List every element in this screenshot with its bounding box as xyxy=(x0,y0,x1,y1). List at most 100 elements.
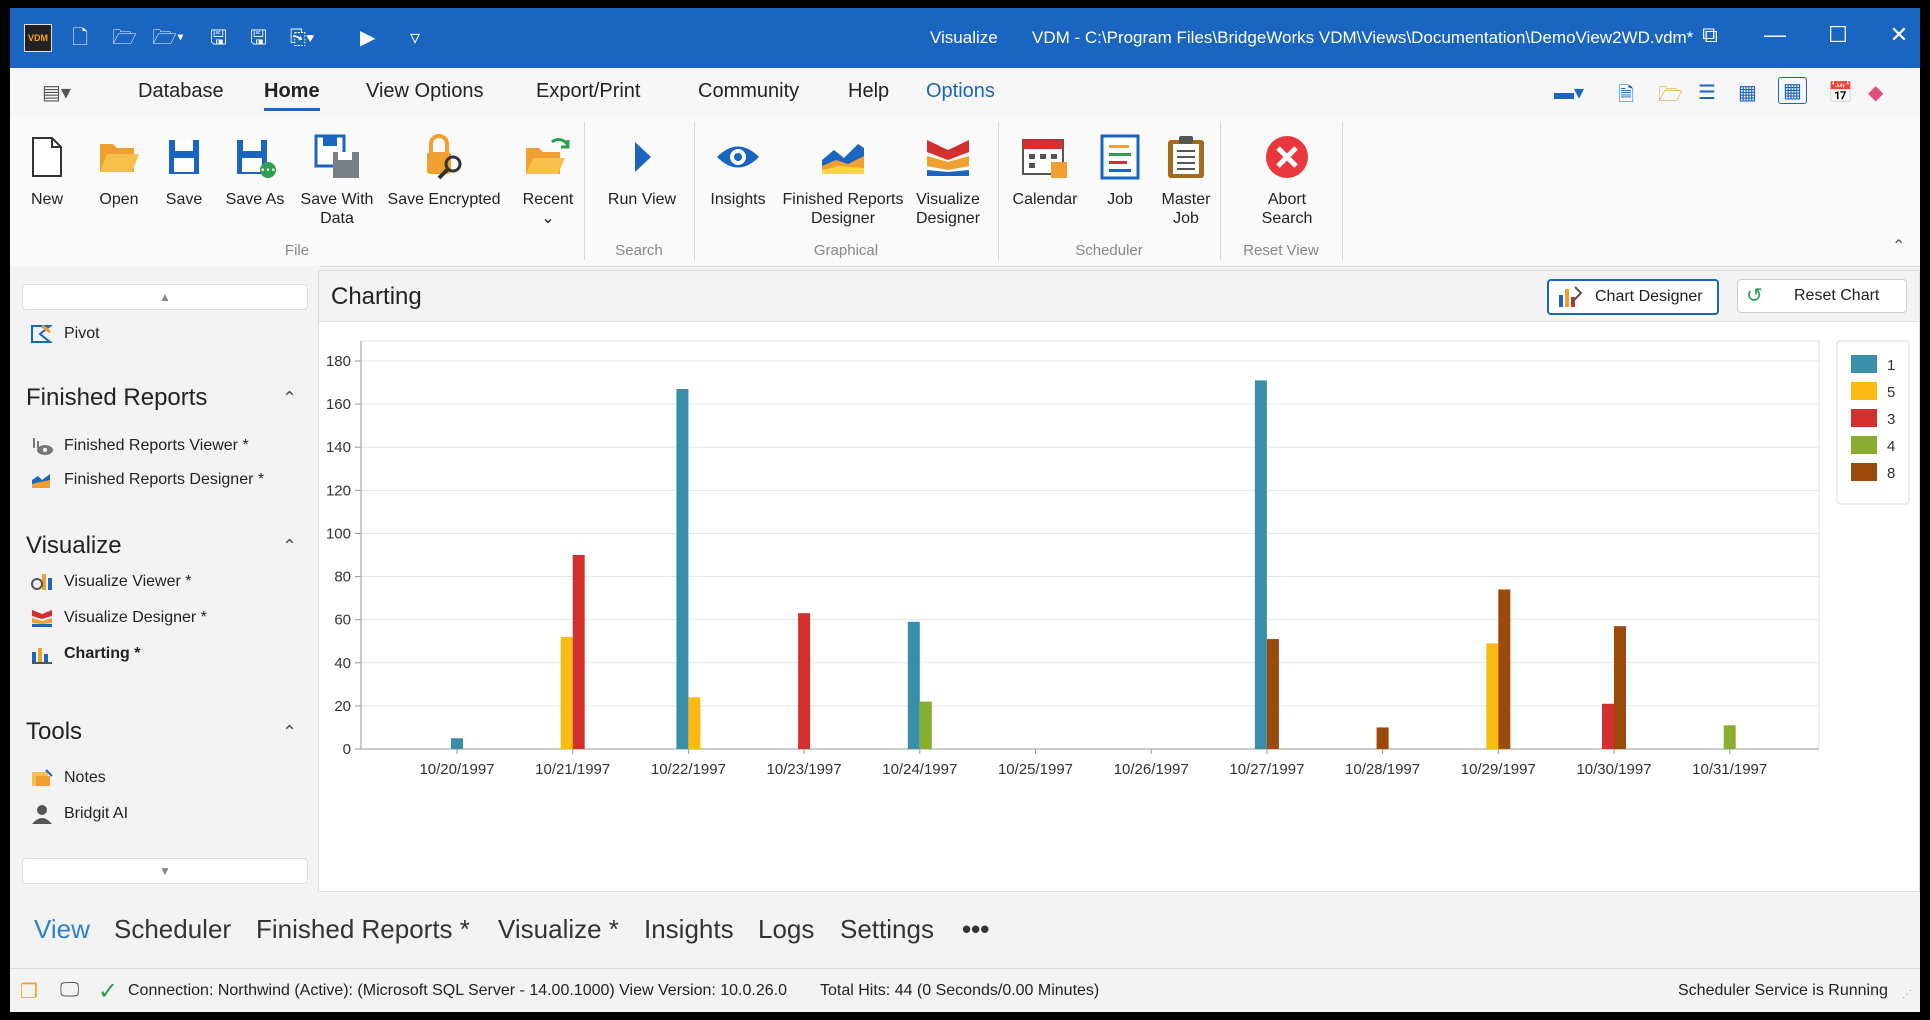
bar xyxy=(798,613,811,749)
collapse-ribbon-icon[interactable]: ⌃ xyxy=(1892,236,1905,256)
customize-toolbar-icon[interactable]: ▿ xyxy=(410,24,420,52)
open-folder-icon[interactable]: 🗁 xyxy=(112,24,137,52)
nav-item-finished-reports-viewer[interactable]: Finished Reports Viewer * xyxy=(30,434,249,458)
tab-scheduler[interactable]: Scheduler xyxy=(114,914,231,945)
menu-view-options[interactable]: View Options xyxy=(366,80,483,103)
connected-check-icon: ✓ xyxy=(98,978,119,1005)
abort-search-button[interactable]: Abort Search xyxy=(1242,134,1332,228)
master-job-button[interactable]: Master Job xyxy=(1150,134,1222,228)
scroll-up-button[interactable]: ▲ xyxy=(22,284,308,310)
recent-button[interactable]: Recent ⌄ xyxy=(516,134,580,228)
bar xyxy=(1254,380,1267,749)
folder-icon[interactable]: 🗁 xyxy=(1658,80,1683,114)
bar xyxy=(1486,643,1499,749)
charting-panel: Charting Chart Designer ↺ Reset Chart 0 2… xyxy=(318,270,1920,892)
section-finished-reports-title: Finished Reports xyxy=(26,384,208,411)
save-icon[interactable]: 🖫 xyxy=(210,24,227,52)
y-tick-label: 0 xyxy=(343,741,351,758)
legend-swatch xyxy=(1851,409,1877,427)
restore-layout-icon[interactable]: ⧉ xyxy=(1690,22,1730,48)
resize-grip-icon[interactable]: ⋰ xyxy=(1902,989,1912,1000)
menu-help[interactable]: Help xyxy=(848,80,889,103)
bar xyxy=(919,701,932,749)
x-tick-label: 10/24/1997 xyxy=(882,761,957,778)
more-tabs-icon[interactable]: ••• xyxy=(962,914,989,945)
save-encrypted-button[interactable]: Save Encrypted xyxy=(384,134,504,209)
reset-chart-button[interactable]: ↺ Reset Chart xyxy=(1737,279,1907,313)
job-button[interactable]: Job xyxy=(1092,134,1148,209)
run-icon[interactable]: ▶ xyxy=(360,24,375,52)
tab-visualize[interactable]: Visualize * xyxy=(498,914,619,945)
nav-item-visualize-viewer[interactable]: Visualize Viewer * xyxy=(30,570,191,594)
save-with-data-icon[interactable]: 🖫 xyxy=(250,24,267,52)
tab-logs[interactable]: Logs xyxy=(758,914,814,945)
new-file-icon xyxy=(32,137,62,177)
tab-insights[interactable]: Insights xyxy=(644,914,734,945)
recent-folder-icon xyxy=(526,137,570,174)
nav-item-pivot[interactable]: Pivot xyxy=(30,322,100,346)
user-icon xyxy=(32,804,52,824)
recent-dropdown-icon[interactable]: ⌄ xyxy=(516,209,580,228)
x-tick-label: 10/23/1997 xyxy=(767,761,842,778)
collapse-tools-icon[interactable]: ⌃ xyxy=(282,722,297,743)
nav-item-notes[interactable]: Notes xyxy=(30,766,106,790)
charting-title: Charting xyxy=(331,283,422,310)
minimize-icon[interactable]: — xyxy=(1755,22,1795,48)
section-visualize-title: Visualize xyxy=(26,532,122,559)
save-button[interactable]: Save xyxy=(162,134,206,209)
bar xyxy=(451,738,463,749)
nav-item-charting[interactable]: Charting * xyxy=(30,642,140,666)
legend-label: 5 xyxy=(1887,384,1895,401)
calendar-button[interactable]: Calendar xyxy=(1006,134,1084,209)
menu-home[interactable]: Home xyxy=(264,80,320,111)
group-scheduler-label: Scheduler xyxy=(1075,242,1143,259)
calendar-icon xyxy=(1022,139,1067,178)
bar xyxy=(907,621,920,749)
bar xyxy=(560,636,573,749)
monitor-icon[interactable]: 🖵 xyxy=(60,979,79,1002)
collapse-visualize-icon[interactable]: ⌃ xyxy=(282,536,297,557)
table-view-icon[interactable]: ▦ xyxy=(1778,77,1807,104)
maximize-icon[interactable]: ☐ xyxy=(1818,22,1858,48)
nav-item-finished-reports-designer[interactable]: Finished Reports Designer * xyxy=(30,468,264,492)
svg-text:•••: ••• xyxy=(260,166,276,176)
nav-item-visualize-designer[interactable]: Visualize Designer * xyxy=(30,606,207,630)
finished-reports-designer-icon xyxy=(32,473,50,488)
copy-icon[interactable]: ❐ xyxy=(20,979,38,1004)
new-document-icon[interactable]: 🗋 xyxy=(72,24,88,52)
close-icon[interactable]: ✕ xyxy=(1879,22,1919,48)
group-reset-view-label: Reset View xyxy=(1243,242,1319,259)
save-as-button[interactable]: ••• Save As xyxy=(220,134,290,209)
visualize-designer-button[interactable]: Visualize Designer xyxy=(910,134,986,228)
open-recent-icon[interactable]: 🗁▾ xyxy=(152,24,184,52)
app-menu-icon[interactable]: ▤▾ xyxy=(42,80,71,105)
collapse-finished-reports-icon[interactable]: ⌃ xyxy=(282,388,297,409)
finished-reports-designer-button[interactable]: Finished Reports Designer xyxy=(778,134,908,228)
bar xyxy=(1498,589,1511,749)
calendar-icon[interactable]: 📅 xyxy=(1828,80,1853,105)
eraser-icon[interactable]: ◆ xyxy=(1868,80,1883,105)
run-view-button[interactable]: Run View xyxy=(598,134,686,209)
menu-database[interactable]: Database xyxy=(138,80,224,103)
export-icon[interactable]: ⎘▾ xyxy=(290,24,314,52)
insights-button[interactable]: Insights xyxy=(700,134,776,209)
scroll-down-button[interactable]: ▼ xyxy=(22,858,308,884)
y-tick-label: 40 xyxy=(334,655,351,672)
status-bar: ❐ 🖵 ✓ Connection: Northwind (Active): (M… xyxy=(10,968,1920,1012)
nav-item-bridgit-ai[interactable]: Bridgit AI xyxy=(30,802,128,826)
menu-options[interactable]: Options xyxy=(926,80,995,103)
open-button[interactable]: Open xyxy=(94,134,144,209)
tab-settings[interactable]: Settings xyxy=(840,914,934,945)
grid-view-icon[interactable]: ▦ xyxy=(1738,80,1757,105)
save-with-data-button[interactable]: Save With Data xyxy=(298,134,376,228)
list-view-icon[interactable]: ☰ xyxy=(1698,80,1716,105)
view-settings-icon[interactable]: 🗎 xyxy=(1618,80,1634,114)
menu-export-print[interactable]: Export/Print xyxy=(536,80,640,103)
chart-designer-button[interactable]: Chart Designer xyxy=(1547,279,1719,315)
charting-icon xyxy=(32,647,52,664)
tab-view[interactable]: View xyxy=(34,914,90,945)
theme-color-icon[interactable]: ▬▾ xyxy=(1554,80,1584,105)
menu-community[interactable]: Community xyxy=(698,80,799,103)
tab-finished-reports[interactable]: Finished Reports * xyxy=(256,914,470,945)
new-button[interactable]: New xyxy=(22,134,72,209)
